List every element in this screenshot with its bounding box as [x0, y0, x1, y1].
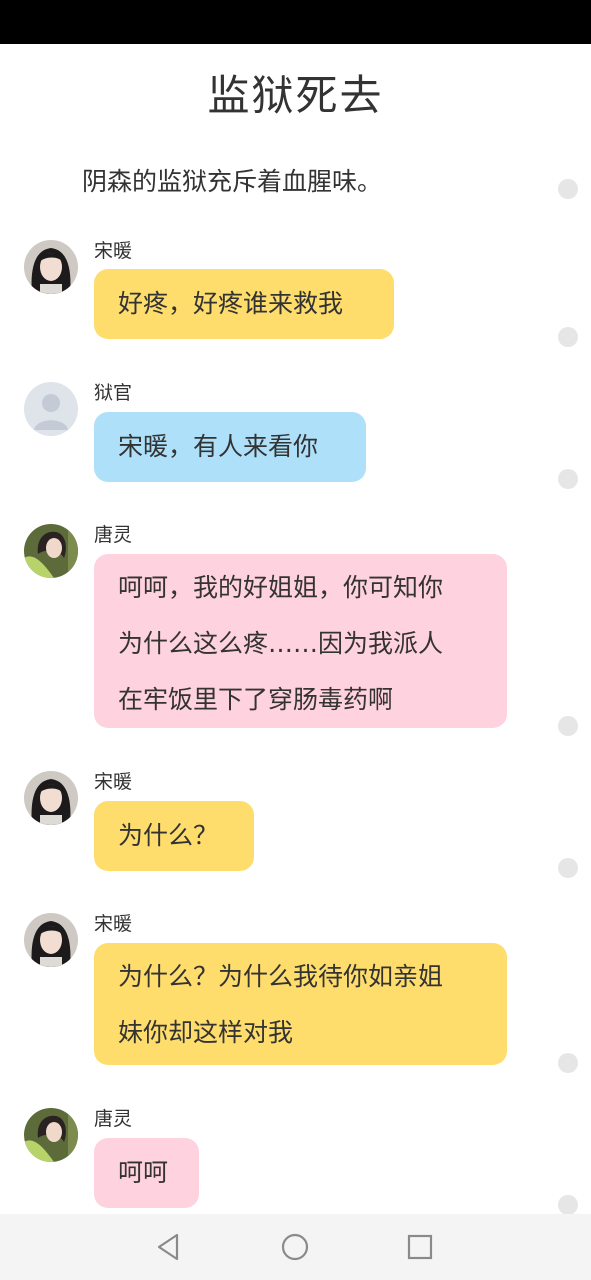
- bubble-text-line: 妹你却这样对我: [118, 1018, 294, 1047]
- bubble-text-line: 呵呵，我的好姐姐，你可知你: [118, 573, 444, 602]
- bubble-text-line: 为什么这么疼……因为我派人: [118, 629, 444, 658]
- navigation-bar: [0, 1214, 591, 1280]
- message-dot[interactable]: [558, 858, 578, 878]
- chat-bubble[interactable]: 呵呵，我的好姐姐，你可知你 为什么这么疼……因为我派人 在牢饭里下了穿肠毒药啊: [94, 554, 507, 728]
- bubble-text-line: 为什么？为什么我待你如亲姐: [118, 962, 444, 991]
- speaker-name: 狱官: [94, 382, 133, 404]
- girl-dark-hair-avatar[interactable]: [24, 771, 78, 825]
- narration-text: 阴森的监狱充斥着血腥味。: [82, 167, 383, 196]
- bubble-text-line: 宋暖，有人来看你: [118, 432, 319, 461]
- back-triangle-icon[interactable]: [149, 1227, 189, 1267]
- chat-bubble[interactable]: 好疼，好疼谁来救我: [94, 269, 394, 339]
- speaker-name: 宋暖: [94, 771, 133, 793]
- speaker-name: 唐灵: [94, 524, 133, 546]
- narration-dot[interactable]: [558, 179, 578, 199]
- message-dot[interactable]: [558, 1053, 578, 1073]
- girl-dark-hair-avatar[interactable]: [24, 240, 78, 294]
- chat-bubble[interactable]: 呵呵: [94, 1138, 199, 1208]
- recents-square-icon[interactable]: [400, 1227, 440, 1267]
- message-dot[interactable]: [558, 327, 578, 347]
- message-dot[interactable]: [558, 716, 578, 736]
- bubble-text-line: 在牢饭里下了穿肠毒药啊: [118, 685, 394, 714]
- bubble-text-line: 为什么？: [118, 821, 219, 850]
- speaker-name: 唐灵: [94, 1108, 133, 1130]
- status-bar: [0, 0, 591, 44]
- default-user-avatar[interactable]: [24, 382, 78, 436]
- screen: 监狱死去 阴森的监狱充斥着血腥味。 宋暖 好疼，好疼谁来救我 狱官 宋暖，有人来…: [0, 0, 591, 1280]
- chat-bubble[interactable]: 为什么？: [94, 801, 254, 871]
- chat-bubble[interactable]: 为什么？为什么我待你如亲姐 妹你却这样对我: [94, 943, 507, 1065]
- story-title: 监狱死去: [207, 71, 384, 120]
- speaker-name: 宋暖: [94, 240, 133, 262]
- girl-green-shirt-avatar[interactable]: [24, 1108, 78, 1162]
- message-dot[interactable]: [558, 1195, 578, 1215]
- girl-dark-hair-avatar[interactable]: [24, 913, 78, 967]
- bubble-text-line: 好疼，好疼谁来救我: [118, 289, 344, 318]
- speaker-name: 宋暖: [94, 913, 133, 935]
- home-circle-icon[interactable]: [275, 1227, 315, 1267]
- bubble-text-line: 呵呵: [118, 1158, 169, 1187]
- girl-green-shirt-avatar[interactable]: [24, 524, 78, 578]
- message-dot[interactable]: [558, 469, 578, 489]
- chat-bubble[interactable]: 宋暖，有人来看你: [94, 412, 366, 482]
